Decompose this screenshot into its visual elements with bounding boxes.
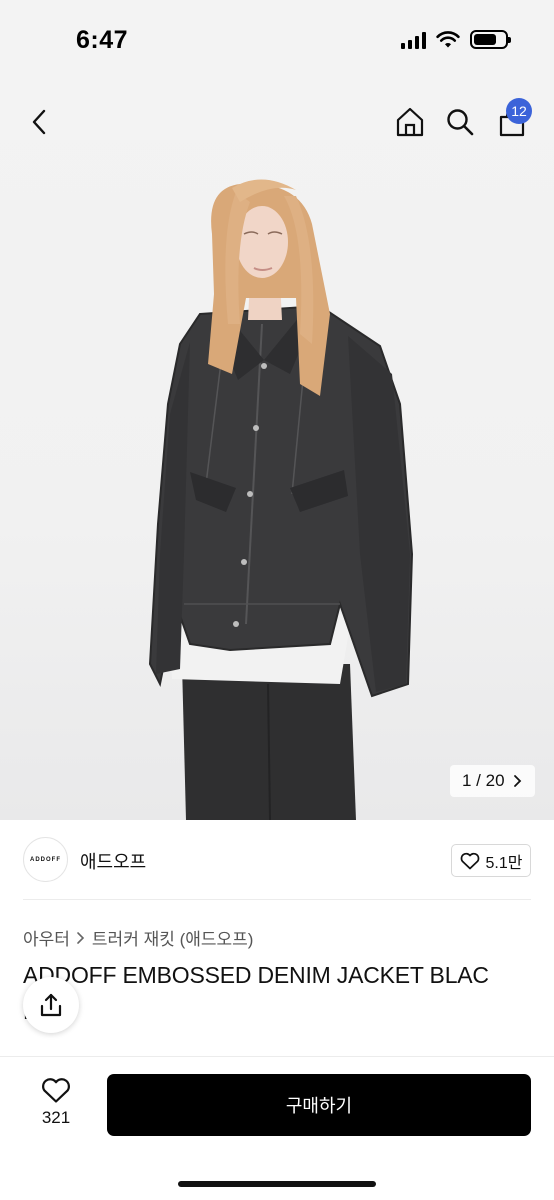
share-icon <box>40 993 62 1017</box>
wishlist-button[interactable]: 321 <box>30 1077 82 1137</box>
cellular-signal-icon <box>401 31 426 49</box>
brand-like-button[interactable]: 5.1만 <box>451 844 531 877</box>
home-icon <box>396 107 424 137</box>
search-button[interactable] <box>440 102 480 142</box>
chevron-left-icon <box>32 109 46 135</box>
brand-row: ADDOFF 애드오프 5.1만 <box>0 820 554 900</box>
bottom-action-bar: 321 구매하기 <box>0 1056 554 1200</box>
heart-icon <box>42 1078 70 1103</box>
wifi-icon <box>436 30 460 47</box>
search-icon <box>447 109 474 136</box>
top-navigation: 12 <box>0 84 554 160</box>
heart-icon <box>460 852 479 869</box>
back-button[interactable] <box>20 102 60 142</box>
status-time: 6:47 <box>76 26 129 54</box>
breadcrumb-subcategory[interactable]: 트러커 재킷 (애드오프) <box>92 925 254 950</box>
cart-button[interactable]: 12 <box>492 98 532 142</box>
divider <box>23 899 531 900</box>
buy-button[interactable]: 구매하기 <box>107 1074 531 1136</box>
product-image[interactable] <box>0 84 554 820</box>
wishlist-count: 321 <box>41 1108 71 1127</box>
model-photo <box>148 179 414 820</box>
breadcrumb-category[interactable]: 아우터 <box>23 925 70 950</box>
brand-logo[interactable]: ADDOFF <box>23 837 68 882</box>
cart-count-badge: 12 <box>506 98 532 124</box>
home-indicator <box>178 1181 376 1187</box>
product-title: ADDOFF EMBOSSED DENIM JACKET BLAC <box>23 962 489 988</box>
chevron-right-icon <box>77 931 85 944</box>
brand-name[interactable]: 애드오프 <box>80 848 146 874</box>
battery-icon <box>470 30 511 49</box>
chevron-right-icon <box>513 775 521 787</box>
image-counter-text: 1 / 20 <box>462 771 505 790</box>
status-icons <box>401 30 511 49</box>
home-button[interactable] <box>390 102 430 142</box>
product-detail-page: 6:47 12 1 / 20 ADDOFF 애드오프 5.1만 아우터 트러커 … <box>0 0 554 1200</box>
brand-logo-text: ADDOFF <box>30 856 61 863</box>
status-bar: 6:47 <box>0 0 554 84</box>
breadcrumb: 아우터 트러커 재킷 (애드오프) <box>23 925 253 950</box>
share-button[interactable] <box>23 977 79 1033</box>
brand-like-count: 5.1만 <box>485 854 523 872</box>
image-counter[interactable]: 1 / 20 <box>450 765 535 797</box>
